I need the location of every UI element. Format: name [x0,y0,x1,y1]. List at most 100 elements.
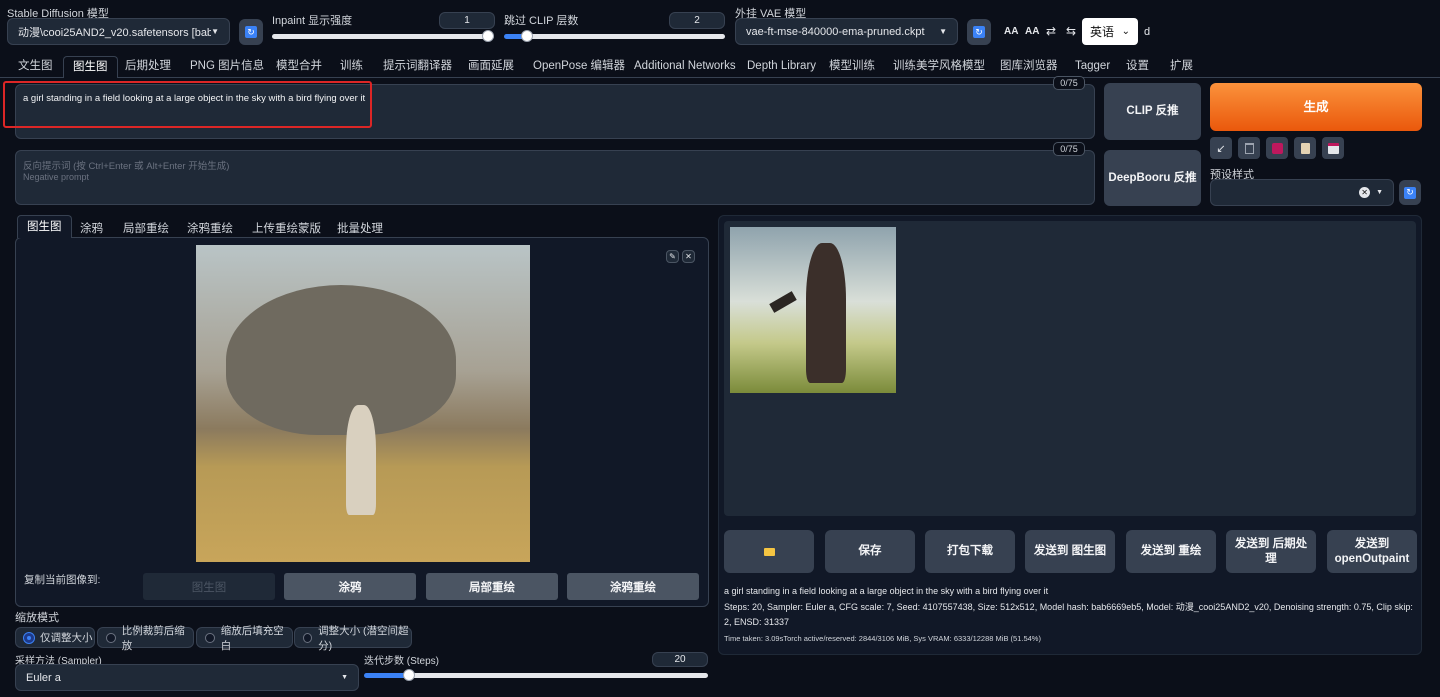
radio-icon[interactable] [24,632,34,643]
output-button-3[interactable]: 发送到 重绘 [1126,530,1216,573]
save-style-icon[interactable] [1322,137,1344,159]
refresh-vae-button[interactable]: ↻ [967,19,991,45]
tab-14[interactable]: Tagger [1075,56,1110,77]
extra-networks-icon[interactable] [1266,137,1288,159]
output-image[interactable] [730,227,896,393]
tab-12[interactable]: 训练美学风格模型 [893,56,985,77]
close-icon[interactable]: ✕ [682,250,695,263]
refresh-model-button[interactable]: ↻ [239,19,263,45]
tab-0[interactable]: 文生图 [18,56,53,77]
refresh-styles-button[interactable]: ↻ [1399,180,1421,205]
styles-select[interactable]: ✕ ▼ [1210,179,1394,206]
chevron-down-icon: ▼ [211,27,219,36]
open-folder-button[interactable] [724,530,814,573]
info-time: Time taken: 3.09sTorch active/reserved: … [724,634,1041,643]
output-button-4[interactable]: 发送到 后期处理 [1226,530,1316,573]
clip-interrogate-button[interactable]: CLIP 反推 [1104,83,1201,140]
chevron-down-icon: ▼ [1376,189,1383,196]
tab-5[interactable]: 训练 [340,56,363,77]
radio-icon[interactable] [106,632,116,643]
info-params: Steps: 20, Sampler: Euler a, CFG scale: … [724,602,1413,627]
copy-to-label: 复制当前图像到: [24,574,101,586]
image-ship-shape [226,285,456,435]
arrow-icon[interactable]: ↙ [1210,137,1232,159]
chevron-down-icon: ▼ [341,674,348,681]
tab-4[interactable]: 模型合并 [276,56,322,77]
output-button-5[interactable]: 发送到 openOutpaint [1327,530,1417,573]
subtab-0[interactable]: 图生图 [17,215,72,238]
clip-skip-label: 跳过 CLIP 层数 [504,15,579,27]
generate-button[interactable]: 生成 [1210,83,1422,131]
tab-2[interactable]: 后期处理 [125,56,171,77]
copy-to-button-0[interactable]: 图生图 [143,573,275,600]
negative-prompt-textarea[interactable]: 反向提示词 (按 Ctrl+Enter 或 Alt+Enter 开始生成) Ne… [15,150,1095,205]
subtab-5[interactable]: 批量处理 [337,220,383,236]
clipboard-icon[interactable] [1294,137,1316,159]
deepbooru-interrogate-button[interactable]: DeepBooru 反推 [1104,150,1201,206]
tab-9[interactable]: Additional Networks [634,56,736,77]
steps-thumb[interactable] [402,669,415,681]
copy-to-button-2[interactable]: 局部重绘 [426,573,558,600]
image-girl-shape [806,243,846,383]
radio-icon[interactable] [303,632,313,643]
tab-10[interactable]: Depth Library [747,56,816,77]
source-image [196,245,530,562]
radio-icon[interactable] [205,632,215,643]
refresh-icon: ↻ [973,26,985,38]
resize-option-2[interactable]: 缩放后填充空白 [196,625,293,652]
refresh-icon: ↻ [1404,186,1416,199]
clip-skip-thumb[interactable] [521,30,533,42]
steps-input[interactable]: 20 [652,652,708,667]
copy-to-button-3[interactable]: 涂鸦重绘 [567,573,699,600]
sd-model-select[interactable]: 动漫\cooi25AND2_v20.safetensors [bab6669eb… [7,18,230,45]
subtab-1[interactable]: 涂鸦 [80,220,103,236]
output-button-1[interactable]: 打包下载 [925,530,1015,573]
clip-skip-input[interactable]: 2 [669,12,725,29]
edit-icon[interactable]: ✎ [666,250,679,263]
img2img-image-panel[interactable]: ✎ ✕ 复制当前图像到: [15,237,709,607]
tab-8[interactable]: OpenPose 编辑器 [533,56,625,77]
vae-value: vae-ft-mse-840000-ema-pruned.ckpt [746,25,925,38]
chevron-down-icon: ⌄ [1121,26,1130,37]
tab-1[interactable]: 图生图 [63,56,118,78]
inpaint-strength-input[interactable]: 1 [439,12,495,29]
negative-placeholder-2: Negative prompt [23,172,90,182]
inpaint-strength-label: Inpaint 显示强度 [272,15,353,27]
sampler-select[interactable]: Euler a ▼ [15,664,359,691]
tab-15[interactable]: 设置 [1126,56,1149,77]
copy-to-button-1[interactable]: 涂鸦 [284,573,416,600]
tab-16[interactable]: 扩展 [1170,56,1193,77]
tab-13[interactable]: 图库浏览器 [1000,56,1058,77]
tab-6[interactable]: 提示词翻译器 [383,56,452,77]
trash-icon[interactable] [1238,137,1260,159]
image-bird-shape [769,291,797,313]
switch-icon[interactable]: ⇆ [1066,24,1076,38]
steps-slider[interactable] [364,673,708,678]
swap-icon[interactable]: ⇄ [1046,24,1056,38]
output-button-2[interactable]: 发送到 图生图 [1025,530,1115,573]
resize-option-1[interactable]: 比例裁剪后缩放 [97,625,194,652]
output-button-0[interactable]: 保存 [825,530,915,573]
tab-11[interactable]: 模型训练 [829,56,875,77]
resize-option-3[interactable]: 调整大小 (潜空间超分) [294,625,412,652]
font-increase-icon[interactable]: AA [1004,26,1018,37]
inpaint-strength-thumb[interactable] [482,30,494,42]
negative-token-counter: 0/75 [1053,142,1085,156]
chevron-down-icon: ▼ [939,27,947,36]
clear-icon[interactable]: ✕ [1359,187,1371,198]
resize-option-0[interactable]: 仅调整大小 [15,627,95,648]
font-decrease-icon[interactable]: AA [1025,26,1039,37]
tab-3[interactable]: PNG 图片信息 [190,56,264,77]
resize-option-label: 缩放后填充空白 [220,624,284,652]
inpaint-strength-slider[interactable] [272,34,494,39]
vae-select[interactable]: vae-ft-mse-840000-ema-pruned.ckpt ▼ [735,18,958,45]
sd-model-value: 动漫\cooi25AND2_v20.safetensors [bab6669eb… [18,26,212,39]
refresh-icon: ↻ [245,26,257,38]
tab-7[interactable]: 画面延展 [468,56,514,77]
subtab-3[interactable]: 涂鸦重绘 [187,220,233,236]
clip-skip-slider[interactable] [504,34,725,39]
language-select[interactable]: 英语 ⌄ [1082,18,1138,45]
subtab-2[interactable]: 局部重绘 [123,220,169,236]
subtab-4[interactable]: 上传重绘蒙版 [252,220,321,236]
language-value: 英语 [1090,25,1115,39]
